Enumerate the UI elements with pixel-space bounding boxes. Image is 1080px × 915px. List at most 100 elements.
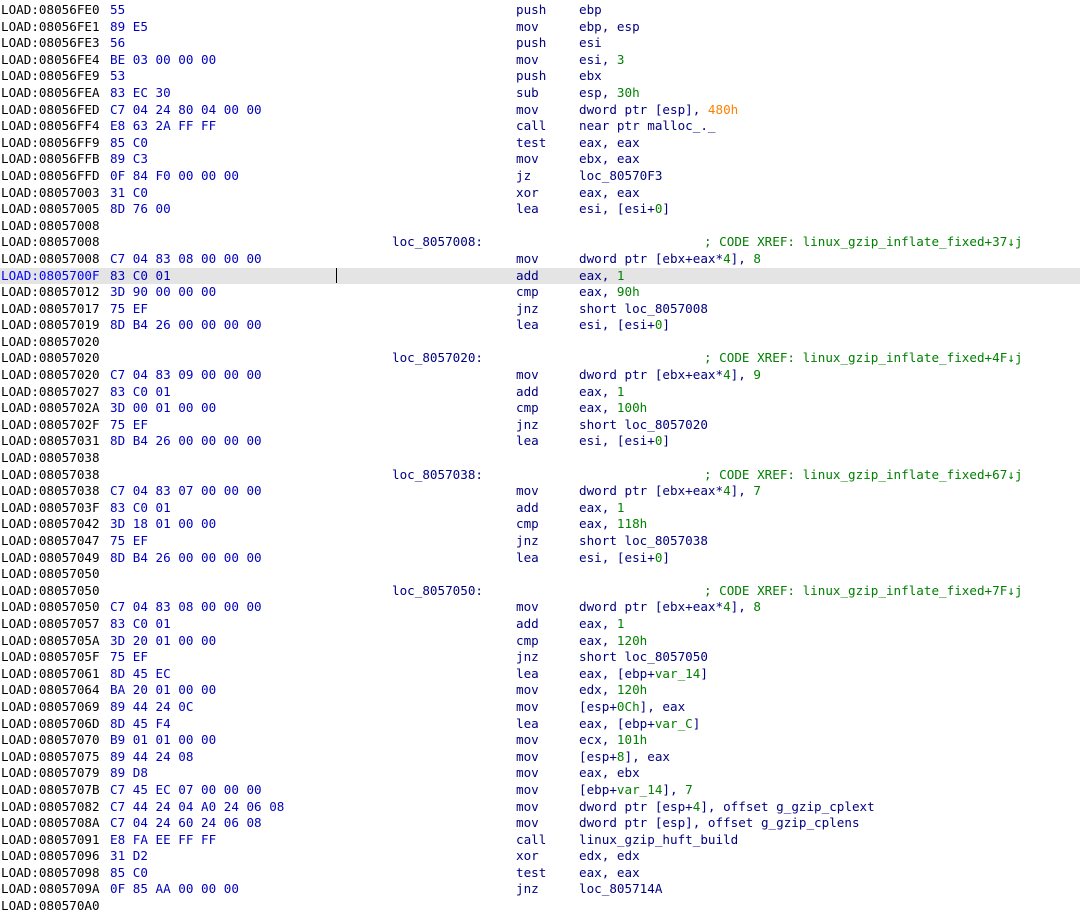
listing-row[interactable]: LOAD:08057075 89 44 24 08 mov [esp+8], eax xyxy=(0,749,1080,766)
instruction-operands[interactable]: short loc_8057050 xyxy=(579,649,708,666)
listing-row[interactable]: LOAD:0805709A 0F 85 AA 00 00 00 jnz loc_805… xyxy=(0,881,1080,898)
listing-row[interactable]: LOAD:08057005 8D 76 00 lea esi, [esi+0] xyxy=(0,201,1080,218)
listing-row[interactable]: LOAD:08057020 xyxy=(0,334,1080,351)
instruction-operands[interactable]: eax, ebx xyxy=(579,765,640,782)
instruction-operands[interactable]: dword ptr [ebx+eax*4], 8 xyxy=(579,251,761,268)
listing-row[interactable]: LOAD:08057027 83 C0 01 add eax, 1 xyxy=(0,384,1080,401)
listing-row[interactable]: LOAD:08057091 E8 FA EE FF FF call linux_gzi… xyxy=(0,832,1080,849)
listing-row[interactable]: LOAD:08057096 31 D2 xor edx, edx xyxy=(0,848,1080,865)
listing-row[interactable]: LOAD:08057038 C7 04 83 07 00 00 00 mov dwor… xyxy=(0,483,1080,500)
listing-row[interactable]: LOAD:08057098 85 C0 test eax, eax xyxy=(0,865,1080,882)
listing-row[interactable]: LOAD:08057031 8D B4 26 00 00 00 00 lea esi,… xyxy=(0,433,1080,450)
listing-row[interactable]: LOAD:08057020 loc_8057020: ; CODE XREF: li… xyxy=(0,350,1080,367)
instruction-operands[interactable]: eax, 1 xyxy=(579,500,625,517)
listing-row[interactable]: LOAD:08057020 C7 04 83 09 00 00 00 mov dwor… xyxy=(0,367,1080,384)
listing-row[interactable]: LOAD:08057082 C7 44 24 04 A0 24 06 08 mov d… xyxy=(0,799,1080,816)
listing-row[interactable]: LOAD:0805702F 75 EF jnz short loc_8057020 xyxy=(0,417,1080,434)
instruction-operands[interactable]: ebx xyxy=(579,68,602,85)
listing-row[interactable]: LOAD:08056FF4 E8 63 2A FF FF call near ptr … xyxy=(0,118,1080,135)
instruction-operands[interactable]: esi, 3 xyxy=(579,52,625,69)
listing-row[interactable]: LOAD:08057012 3D 90 00 00 00 cmp eax, 90h xyxy=(0,284,1080,301)
instruction-operands[interactable]: [ebp+var_14], 7 xyxy=(579,782,693,799)
instruction-operands[interactable]: linux_gzip_huft_build xyxy=(579,832,738,849)
instruction-operands[interactable]: short loc_8057038 xyxy=(579,533,708,550)
instruction-operands[interactable]: eax, 90h xyxy=(579,284,640,301)
listing-row[interactable]: LOAD:08057069 89 44 24 0C mov [esp+0Ch], ea… xyxy=(0,699,1080,716)
listing-row[interactable]: LOAD:08056FEA 83 EC 30 sub esp, 30h xyxy=(0,85,1080,102)
instruction-operands[interactable]: esi, [esi+0] xyxy=(579,201,670,218)
instruction-operands[interactable]: short loc_8057008 xyxy=(579,301,708,318)
listing-row[interactable]: LOAD:08057047 75 EF jnz short loc_8057038 xyxy=(0,533,1080,550)
instruction-operands[interactable]: eax, 1 xyxy=(579,384,625,401)
listing-row[interactable]: LOAD:0805708A C7 04 24 60 24 06 08 mov dwor… xyxy=(0,815,1080,832)
listing-row[interactable]: LOAD:08057019 8D B4 26 00 00 00 00 lea esi,… xyxy=(0,317,1080,334)
instruction-operands[interactable]: ebp, esp xyxy=(579,19,640,36)
listing-row[interactable]: LOAD:08057079 89 D8 mov eax, ebx xyxy=(0,765,1080,782)
listing-row[interactable]: LOAD:0805707B C7 45 EC 07 00 00 00 mov [ebp… xyxy=(0,782,1080,799)
instruction-operands[interactable]: eax, eax xyxy=(579,185,640,202)
listing-row[interactable]: LOAD:08056FE0 55 push ebp xyxy=(0,2,1080,19)
listing-row[interactable]: LOAD:08057050 xyxy=(0,566,1080,583)
instruction-operands[interactable]: dword ptr [esp], 480h xyxy=(579,102,738,119)
instruction-operands[interactable]: loc_80570F3 xyxy=(579,168,662,185)
instruction-operands[interactable]: eax, [ebp+var_14] xyxy=(579,666,708,683)
instruction-operands[interactable]: edx, 120h xyxy=(579,682,647,699)
listing-row[interactable]: LOAD:08057017 75 EF jnz short loc_8057008 xyxy=(0,301,1080,318)
instruction-operands[interactable]: esi, [esi+0] xyxy=(579,550,670,567)
code-label[interactable]: loc_8057038: xyxy=(392,467,483,484)
disassembly-listing[interactable]: LOAD:08056FE0 55 push ebp LOAD:08056FE1 89 E5… xyxy=(0,2,1080,915)
instruction-operands[interactable]: eax, 120h xyxy=(579,633,647,650)
instruction-operands[interactable]: [esp+8], eax xyxy=(579,749,670,766)
listing-row[interactable]: LOAD:08057057 83 C0 01 add eax, 1 xyxy=(0,616,1080,633)
listing-row[interactable]: LOAD:08056FE9 53 push ebx xyxy=(0,68,1080,85)
instruction-operands[interactable]: esi xyxy=(579,35,602,52)
instruction-operands[interactable]: eax, 1 xyxy=(579,616,625,633)
instruction-operands[interactable]: eax, eax xyxy=(579,135,640,152)
listing-row[interactable]: LOAD:08057050 loc_8057050: ; CODE XREF: li… xyxy=(0,583,1080,600)
instruction-operands[interactable]: near ptr malloc_._ xyxy=(579,118,715,135)
instruction-operands[interactable]: loc_805714A xyxy=(579,881,662,898)
listing-row[interactable]: LOAD:0805702A 3D 00 01 00 00 cmp eax, 100h xyxy=(0,400,1080,417)
listing-row[interactable]: LOAD:0805700F 83 C0 01 add eax, 1 xyxy=(0,267,1080,285)
instruction-operands[interactable]: ebx, eax xyxy=(579,151,640,168)
listing-row[interactable]: LOAD:08057070 B9 01 01 00 00 mov ecx, 101h xyxy=(0,732,1080,749)
instruction-operands[interactable]: eax, [ebp+var_C] xyxy=(579,716,700,733)
listing-row[interactable]: LOAD:08056FFB 89 C3 mov ebx, eax xyxy=(0,151,1080,168)
instruction-operands[interactable]: esi, [esi+0] xyxy=(579,317,670,334)
listing-row[interactable]: LOAD:08057008 C7 04 83 08 00 00 00 mov dwor… xyxy=(0,251,1080,268)
listing-row[interactable]: LOAD:08057049 8D B4 26 00 00 00 00 lea esi,… xyxy=(0,550,1080,567)
listing-row[interactable]: LOAD:08057064 BA 20 01 00 00 mov edx, 120h xyxy=(0,682,1080,699)
instruction-operands[interactable]: edx, edx xyxy=(579,848,640,865)
listing-row[interactable]: LOAD:0805705F 75 EF jnz short loc_8057050 xyxy=(0,649,1080,666)
instruction-operands[interactable]: eax, eax xyxy=(579,865,640,882)
listing-row[interactable]: LOAD:08056FE1 89 E5 mov ebp, esp xyxy=(0,19,1080,36)
listing-row[interactable]: LOAD:08056FF9 85 C0 test eax, eax xyxy=(0,135,1080,152)
listing-row[interactable]: LOAD:08057042 3D 18 01 00 00 cmp eax, 118h xyxy=(0,516,1080,533)
listing-row[interactable]: LOAD:08057003 31 C0 xor eax, eax xyxy=(0,185,1080,202)
code-label[interactable]: loc_8057020: xyxy=(392,350,483,367)
instruction-operands[interactable]: dword ptr [esp], offset g_gzip_cplens xyxy=(579,815,860,832)
listing-row[interactable]: LOAD:0805703F 83 C0 01 add eax, 1 xyxy=(0,500,1080,517)
instruction-operands[interactable]: esp, 30h xyxy=(579,85,640,102)
instruction-operands[interactable]: dword ptr [ebx+eax*4], 8 xyxy=(579,599,761,616)
instruction-operands[interactable]: ecx, 101h xyxy=(579,732,647,749)
listing-row[interactable]: LOAD:08057008 loc_8057008: ; CODE XREF: li… xyxy=(0,234,1080,251)
listing-row[interactable]: LOAD:08057038 loc_8057038: ; CODE XREF: li… xyxy=(0,467,1080,484)
listing-row[interactable]: LOAD:08056FE4 BE 03 00 00 00 mov esi, 3 xyxy=(0,52,1080,69)
instruction-operands[interactable]: short loc_8057020 xyxy=(579,417,708,434)
instruction-operands[interactable]: eax, 1 xyxy=(579,268,625,285)
listing-row[interactable]: LOAD:080570A0 xyxy=(0,898,1080,915)
listing-row[interactable]: LOAD:08057038 xyxy=(0,450,1080,467)
listing-row[interactable]: LOAD:0805706D 8D 45 F4 lea eax, [ebp+var_C] xyxy=(0,716,1080,733)
instruction-operands[interactable]: eax, 118h xyxy=(579,516,647,533)
code-label[interactable]: loc_8057050: xyxy=(392,583,483,600)
listing-row[interactable]: LOAD:08057061 8D 45 EC lea eax, [ebp+var_14… xyxy=(0,666,1080,683)
listing-row[interactable]: LOAD:08056FFD 0F 84 F0 00 00 00 jz loc_8057… xyxy=(0,168,1080,185)
code-label[interactable]: loc_8057008: xyxy=(392,234,483,251)
instruction-operands[interactable]: dword ptr [ebx+eax*4], 7 xyxy=(579,483,761,500)
listing-row[interactable]: LOAD:08056FE3 56 push esi xyxy=(0,35,1080,52)
listing-row[interactable]: LOAD:0805705A 3D 20 01 00 00 cmp eax, 120h xyxy=(0,633,1080,650)
instruction-operands[interactable]: dword ptr [ebx+eax*4], 9 xyxy=(579,367,761,384)
instruction-operands[interactable]: ebp xyxy=(579,2,602,19)
listing-row[interactable]: LOAD:08057050 C7 04 83 08 00 00 00 mov dwor… xyxy=(0,599,1080,616)
